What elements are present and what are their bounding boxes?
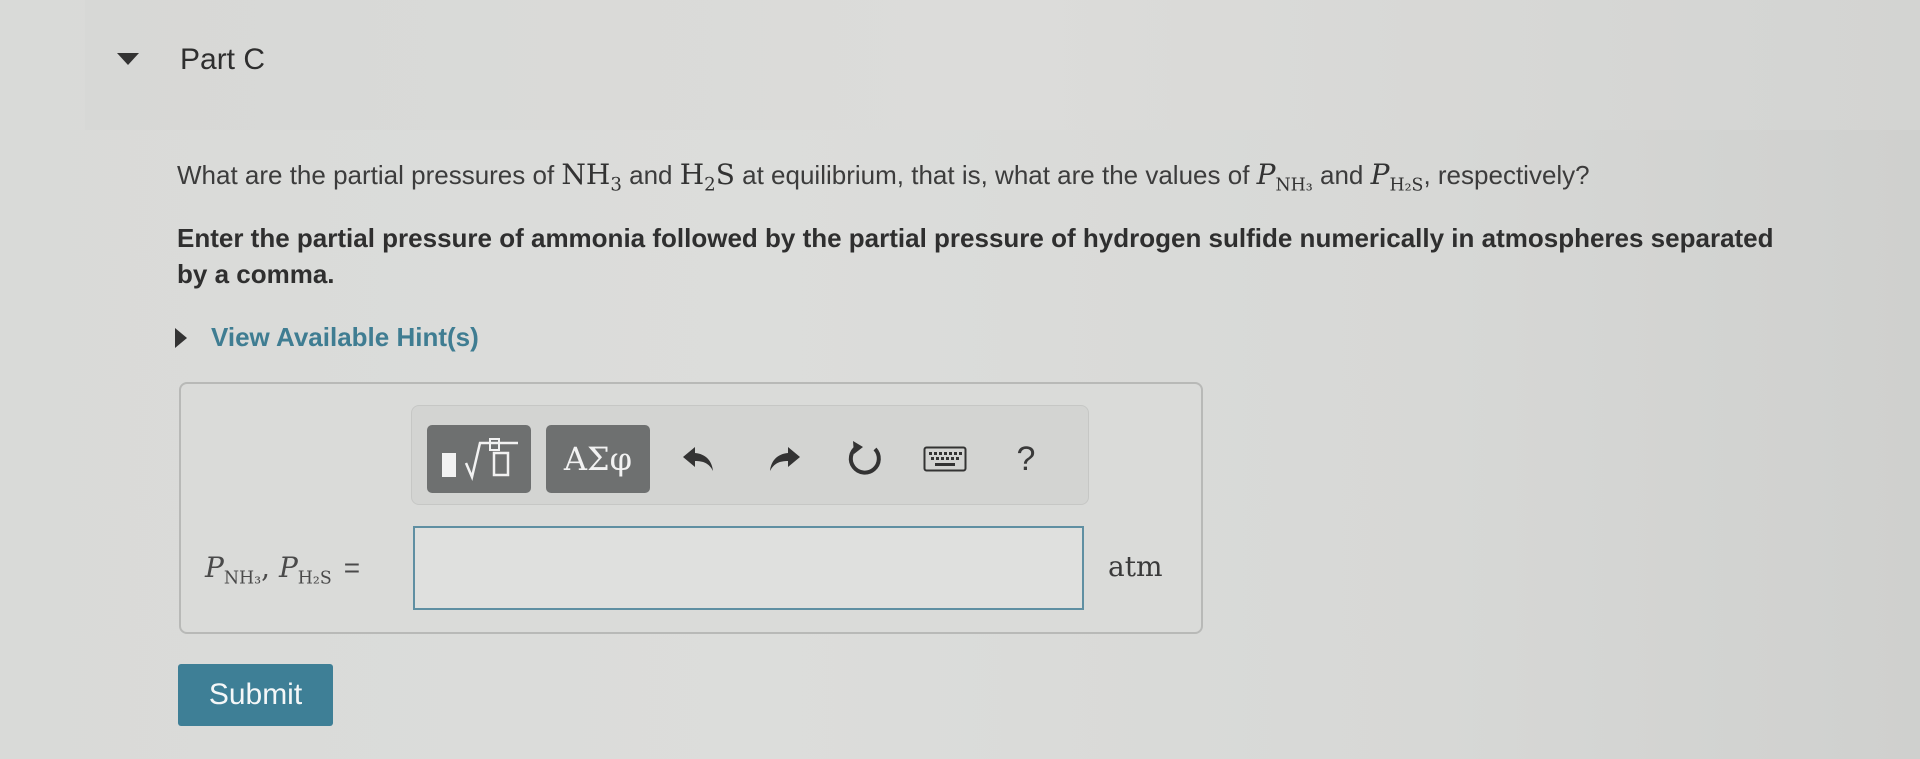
caret-right-icon xyxy=(175,327,187,348)
question-text-2: at equilibrium, that is, what are the va… xyxy=(734,160,1257,190)
species-h2s: H2S xyxy=(679,158,735,196)
collapse-caret-icon[interactable] xyxy=(117,53,139,65)
undo-button[interactable] xyxy=(672,432,726,486)
part-header xyxy=(85,0,1920,130)
redo-icon xyxy=(770,447,800,471)
redo-button[interactable] xyxy=(757,432,811,486)
hint-link[interactable]: View Available Hint(s) xyxy=(211,322,479,353)
templates-button[interactable] xyxy=(427,425,531,493)
keyboard-icon xyxy=(923,446,967,472)
p-h2s-symbol: PH₂S xyxy=(1370,158,1424,196)
question-and-1: and xyxy=(621,160,680,190)
instruction-text: Enter the partial pressure of ammonia fo… xyxy=(177,223,1774,289)
question-text: What are the partial pressures of NH3 an… xyxy=(177,158,1777,196)
reset-icon xyxy=(848,441,881,475)
question-and-2: and xyxy=(1312,160,1371,190)
answer-input[interactable] xyxy=(413,526,1084,610)
species-nh3: NH3 xyxy=(561,158,622,196)
undo-icon xyxy=(683,447,713,471)
p-nh3-symbol: PNH₃ xyxy=(1256,158,1313,196)
reset-button[interactable] xyxy=(838,432,892,486)
keyboard-button[interactable] xyxy=(918,432,972,486)
view-hints-toggle[interactable]: View Available Hint(s) xyxy=(175,322,479,353)
templates-icon xyxy=(442,438,518,481)
unit-label: atm xyxy=(1108,550,1163,583)
question-text-1: What are the partial pressures of xyxy=(177,160,562,190)
greek-symbols-button[interactable]: ΑΣφ xyxy=(546,425,650,493)
help-button[interactable]: ? xyxy=(999,432,1053,486)
question-text-3: , respectively? xyxy=(1423,160,1590,190)
part-title: Part C xyxy=(180,43,266,76)
answer-label: PNH₃, PH₂S = xyxy=(205,551,361,589)
submit-button[interactable]: Submit xyxy=(178,664,333,726)
